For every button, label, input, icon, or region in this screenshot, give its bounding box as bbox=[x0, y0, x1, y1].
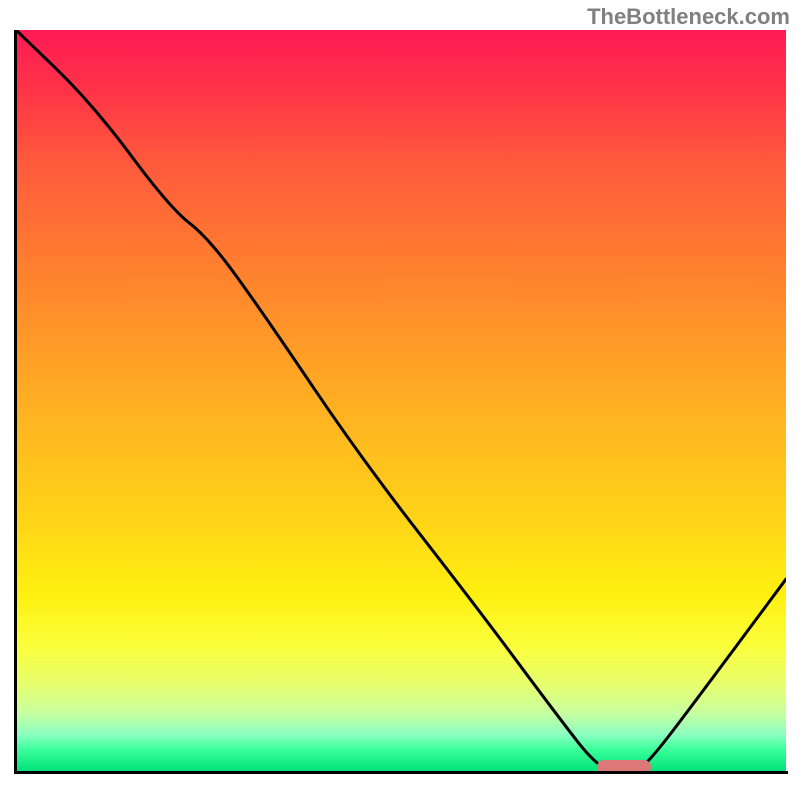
x-axis bbox=[14, 771, 788, 774]
watermark-text: TheBottleneck.com bbox=[587, 4, 790, 30]
y-axis bbox=[14, 30, 17, 774]
chart-container bbox=[0, 0, 800, 800]
plot-area bbox=[16, 30, 786, 772]
chart-line bbox=[16, 30, 786, 772]
